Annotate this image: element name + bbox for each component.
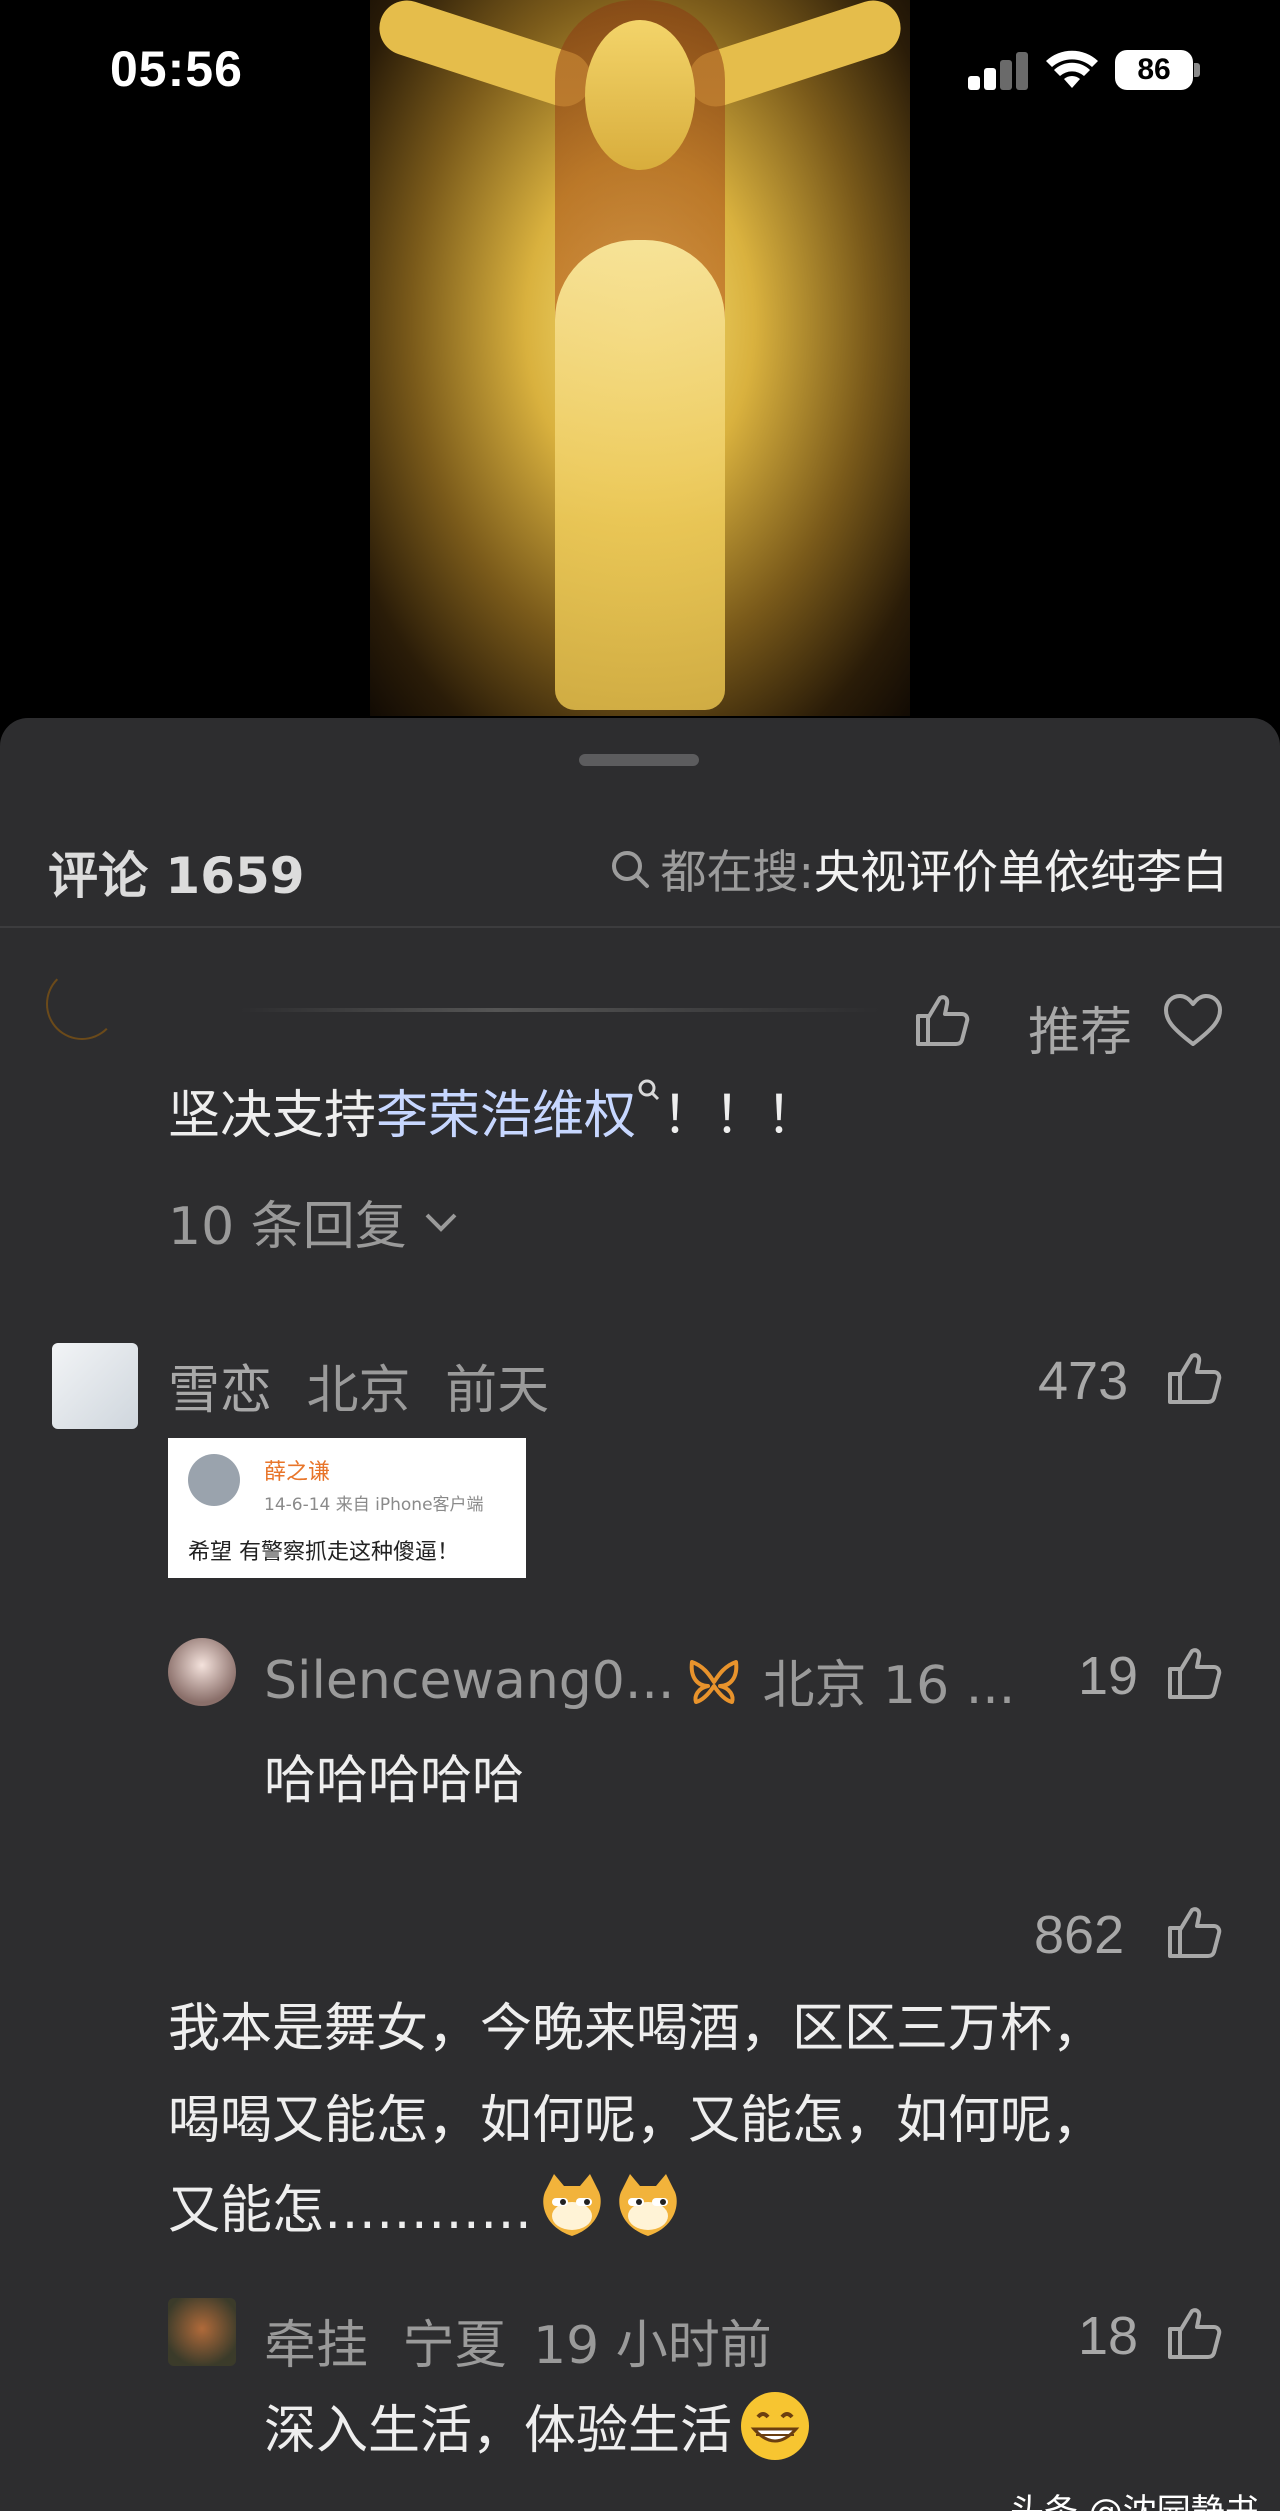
thumbs-up-icon[interactable]	[1164, 2303, 1224, 2363]
comment-header: 评论 1659 都在搜: 央视评价单依纯李白	[0, 818, 1280, 928]
post-time: 前天	[445, 1361, 550, 1421]
doge-emoji-icon	[619, 2173, 677, 2236]
reply-time: 19 小时前	[533, 2316, 772, 2376]
reply-text: 哈哈哈哈哈	[264, 1751, 525, 1811]
watermark: 头条 @沈园静书	[1010, 2484, 1259, 2511]
comment-text-line: 我本是舞女，今晚来喝酒，区区三万杯，	[168, 1999, 1105, 2059]
view-replies-button[interactable]: 10 条回复	[168, 1184, 461, 1259]
badge-icon	[690, 1659, 739, 1704]
like-count: 473	[1038, 1351, 1129, 1411]
comment-sheet: 评论 1659 都在搜: 央视评价单依纯李白 推荐 坚决支持李荣浩维权 ！！！ 1…	[0, 718, 1280, 2511]
trending-search-link[interactable]: 都在搜: 央视评价单依纯李白	[609, 836, 1228, 902]
topic-link[interactable]: 李荣浩维权	[376, 1086, 636, 1146]
avatar[interactable]	[168, 2298, 236, 2366]
wifi-icon	[1046, 50, 1098, 88]
reply-like-count: 19	[1078, 1646, 1139, 1706]
reply-meta: 牵挂 宁夏 19 小时前	[264, 2303, 772, 2378]
reply-username[interactable]: 牵挂	[264, 2316, 368, 2376]
reply-location: 宁夏	[402, 2316, 507, 2376]
quote-meta: 14-6-14 来自 iPhone客户端	[264, 1495, 484, 1515]
search-small-icon	[638, 1079, 660, 1101]
comment-item: 推荐	[0, 968, 1280, 1068]
quote-avatar	[188, 1454, 240, 1506]
chevron-down-icon	[425, 1213, 457, 1232]
grin-emoji-icon	[741, 2391, 810, 2460]
comment-count: 评论 1659	[48, 847, 305, 905]
reply-text-row: 深入生活，体验生活	[264, 2388, 812, 2463]
recommend-label[interactable]: 推荐	[1028, 990, 1132, 1065]
avatar[interactable]	[46, 968, 118, 1040]
comment-text-suffix: ！！！	[662, 1086, 819, 1146]
thumbs-up-icon[interactable]	[1164, 1348, 1224, 1408]
search-prefix: 都在搜:	[660, 845, 815, 899]
thumbs-up-icon[interactable]	[1164, 1902, 1224, 1962]
avatar[interactable]	[52, 1343, 138, 1429]
battery-tip-icon	[1194, 63, 1200, 77]
status-bar: 05:56 86	[0, 0, 1280, 140]
figure-body	[555, 240, 725, 710]
reply-location: 北京 16 ...	[762, 1656, 1016, 1716]
comment-text-line: 又能怎…………	[168, 2181, 533, 2241]
drag-handle[interactable]	[579, 754, 699, 766]
reply-like-count: 18	[1078, 2306, 1139, 2366]
quote-username: 薛之谦	[264, 1460, 331, 1485]
cellular-signal-icon	[968, 50, 1030, 90]
comment-meta: 雪恋 北京 前天	[168, 1348, 549, 1423]
comment-text-prefix: 坚决支持	[168, 1086, 377, 1146]
like-count: 862	[1034, 1905, 1125, 1965]
comment-text: 坚决支持李荣浩维权 ！！！	[168, 1073, 818, 1148]
comment-text-line: 喝喝又能怎，如何呢，又能怎，如何呢，	[168, 2091, 1105, 2151]
comment-text-line-last: 又能怎…………	[168, 2168, 684, 2243]
avatar[interactable]	[168, 1638, 236, 1706]
thumbs-up-icon[interactable]	[912, 990, 972, 1050]
search-term: 央视评价单依纯李白	[814, 845, 1228, 899]
battery-indicator: 86	[1115, 50, 1193, 90]
reply-meta: Silencewang0... 北京 16 ...	[264, 1643, 1015, 1718]
attached-image[interactable]: 薛之谦 14-6-14 来自 iPhone客户端 希望 有警察抓走这种傻逼！	[168, 1438, 526, 1578]
replies-label: 10 条回复	[168, 1197, 407, 1257]
status-time: 05:56	[110, 41, 243, 97]
heart-icon[interactable]	[1162, 992, 1224, 1050]
username[interactable]: 雪恋	[168, 1361, 272, 1421]
reply-username[interactable]: Silencewang0...	[264, 1651, 674, 1711]
quote-text: 希望 有警察抓走这种傻逼！	[188, 1540, 459, 1565]
thumbs-up-icon[interactable]	[1164, 1643, 1224, 1703]
doge-emoji-icon	[543, 2173, 601, 2236]
blurred-username	[240, 1008, 880, 1012]
search-icon	[611, 851, 649, 888]
reply-text: 深入生活，体验生活	[264, 2401, 733, 2461]
location: 北京	[306, 1361, 411, 1421]
